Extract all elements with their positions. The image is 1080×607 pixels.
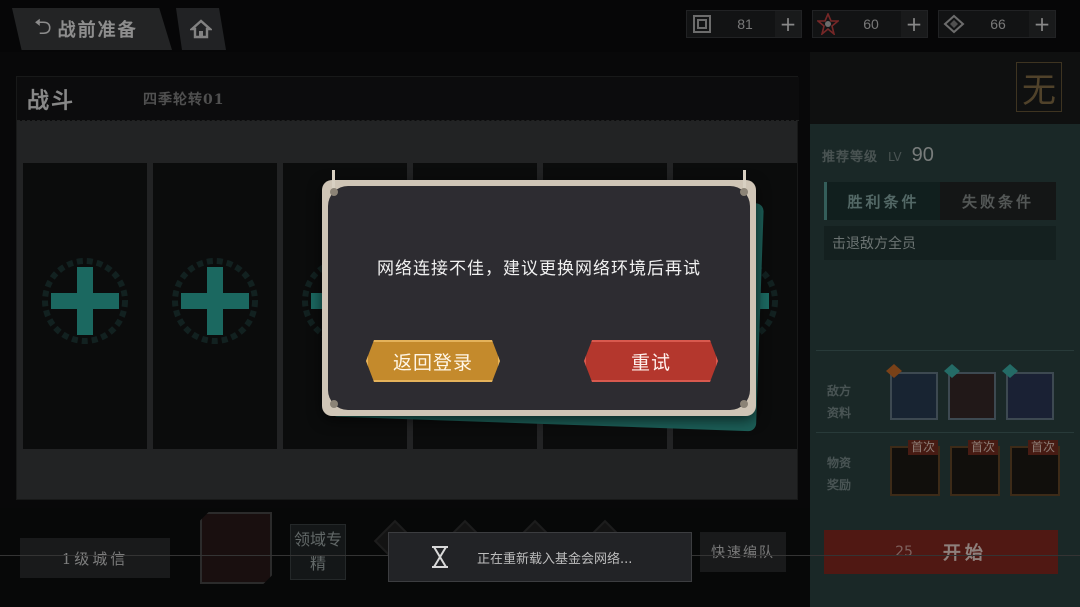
rivet xyxy=(740,400,748,408)
rivet xyxy=(330,188,338,196)
hanging-pin xyxy=(332,170,335,190)
reload-toast: 正在重新载入基金会网络... xyxy=(388,532,692,582)
hanging-pin xyxy=(743,170,746,190)
dialog-body: 网络连接不佳，建议更换网络环境后再试 返回登录 重试 xyxy=(328,186,750,410)
rivet xyxy=(330,400,338,408)
retry-button[interactable]: 重试 xyxy=(584,340,718,382)
network-error-dialog: 网络连接不佳，建议更换网络环境后再试 返回登录 重试 xyxy=(322,170,756,416)
return-login-button[interactable]: 返回登录 xyxy=(366,340,500,382)
rivet xyxy=(740,188,748,196)
dialog-message: 网络连接不佳，建议更换网络环境后再试 xyxy=(377,259,701,279)
reload-message: 正在重新载入基金会网络... xyxy=(477,551,633,567)
hourglass-icon xyxy=(432,546,448,568)
